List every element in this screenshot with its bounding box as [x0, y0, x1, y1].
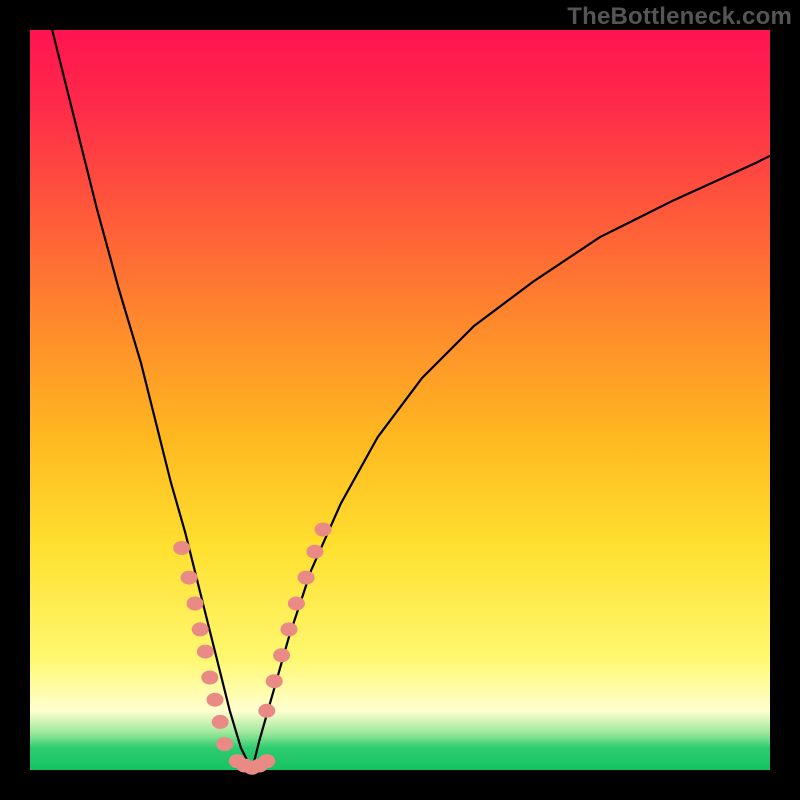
curve-left-arm — [52, 30, 252, 770]
chart-frame: TheBottleneck.com — [0, 0, 800, 800]
data-point — [216, 737, 233, 751]
data-point — [266, 674, 283, 688]
data-point — [212, 715, 229, 729]
data-point — [201, 671, 218, 685]
data-point — [187, 597, 204, 611]
data-point — [207, 693, 224, 707]
data-point — [197, 645, 214, 659]
data-markers — [173, 523, 331, 775]
data-point — [258, 754, 275, 768]
data-point — [258, 704, 275, 718]
data-point — [273, 648, 290, 662]
curve-right-arm — [252, 156, 770, 770]
watermark-text: TheBottleneck.com — [567, 3, 792, 31]
data-point — [281, 622, 298, 636]
data-point — [306, 545, 323, 559]
data-point — [288, 597, 305, 611]
curve-layer — [30, 30, 770, 770]
plot-area — [30, 30, 770, 770]
data-point — [192, 622, 209, 636]
data-point — [315, 523, 332, 537]
data-point — [173, 541, 190, 555]
data-point — [298, 571, 315, 585]
data-point — [181, 571, 198, 585]
